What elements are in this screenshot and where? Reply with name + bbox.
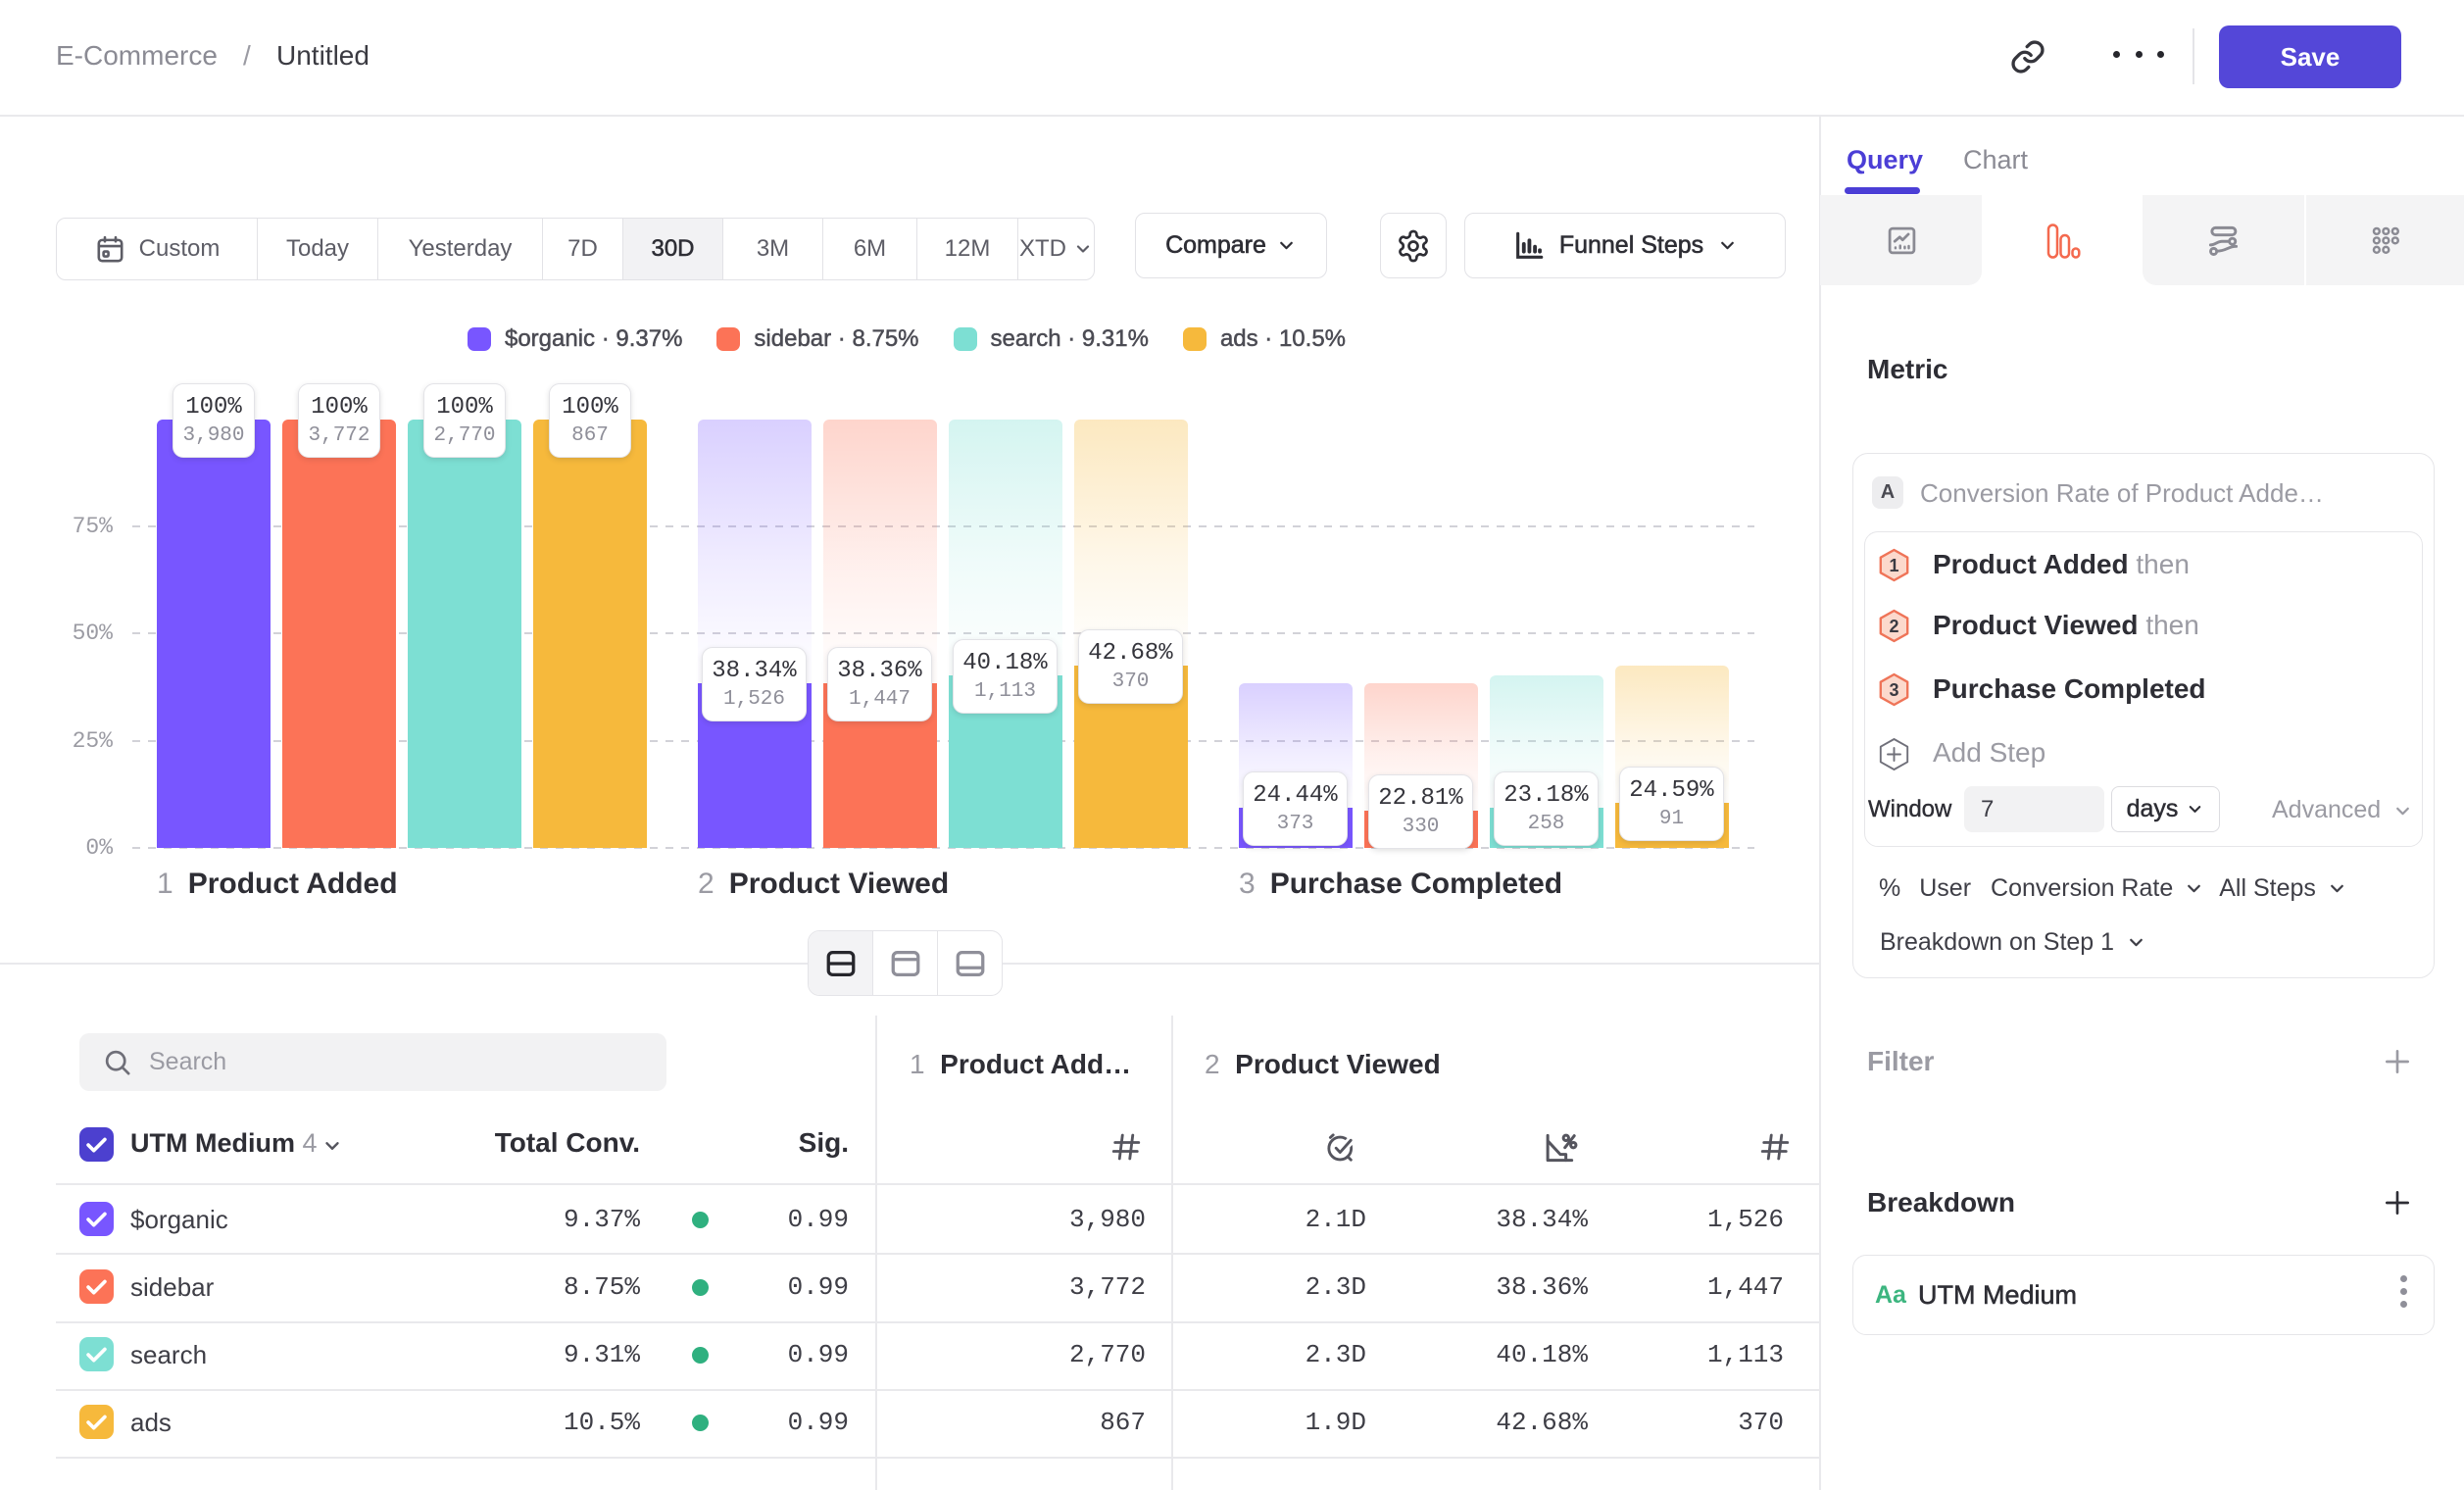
svg-text:3: 3 <box>1889 680 1898 700</box>
svg-text:2: 2 <box>1889 617 1898 636</box>
svg-text:1: 1 <box>1889 556 1898 575</box>
